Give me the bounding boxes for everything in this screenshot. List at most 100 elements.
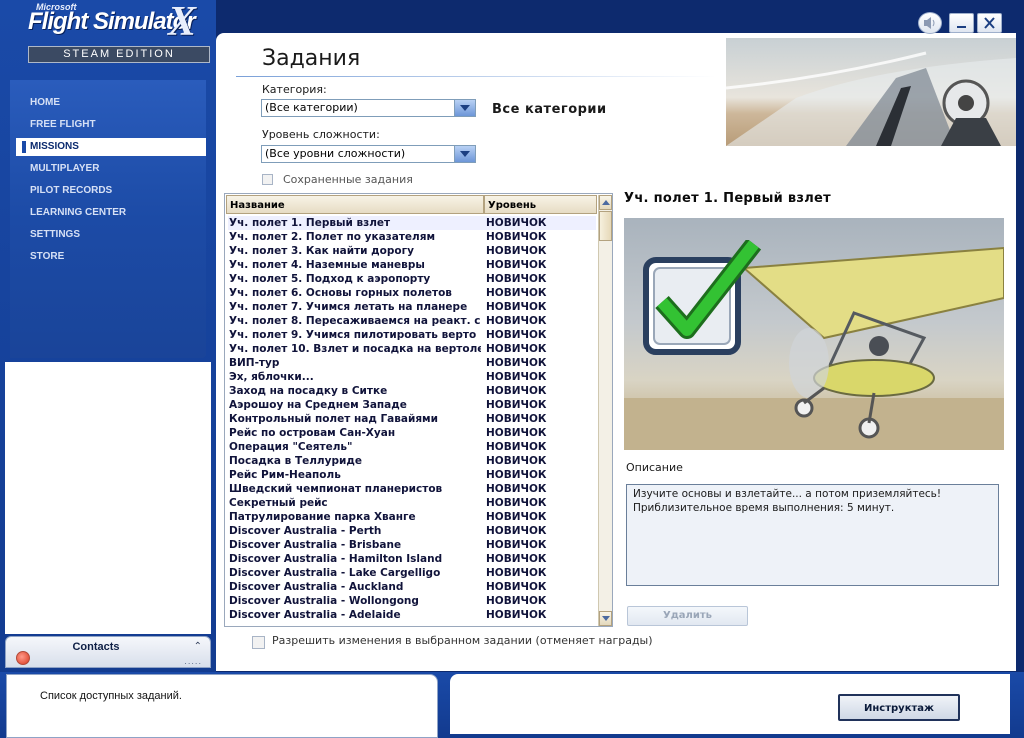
close-icon[interactable] bbox=[977, 13, 1002, 33]
allow-changes-checkbox[interactable] bbox=[252, 636, 265, 649]
chevron-up-icon[interactable]: ⌃ bbox=[194, 641, 202, 652]
page-title: Задания bbox=[262, 46, 361, 71]
contacts-dots: ..... bbox=[184, 657, 202, 666]
table-row[interactable]: Рейс по островам Сан-Хуан НОВИЧОК bbox=[228, 426, 596, 440]
difficulty-value: (Все уровни сложности) bbox=[265, 147, 406, 160]
mission-level-cell: НОВИЧОК bbox=[486, 511, 547, 523]
nav-item-home[interactable]: HOME bbox=[30, 94, 210, 112]
table-row[interactable]: Патрулирование парка Хванге НОВИЧОК bbox=[228, 510, 596, 524]
table-row[interactable]: Discover Australia - Wollongong НОВИЧОК bbox=[228, 594, 596, 608]
table-row[interactable]: Контрольный полет над Гавайями НОВИЧОК bbox=[228, 412, 596, 426]
nav-item-missions[interactable]: MISSIONS bbox=[16, 138, 206, 156]
mission-level-cell: НОВИЧОК bbox=[486, 609, 547, 621]
table-row[interactable]: Аэрошоу на Среднем Западе НОВИЧОК bbox=[228, 398, 596, 412]
mission-level-cell: НОВИЧОК bbox=[486, 301, 547, 313]
delete-button[interactable]: Удалить bbox=[627, 606, 748, 626]
mission-level-cell: НОВИЧОК bbox=[486, 483, 547, 495]
mission-level-cell: НОВИЧОК bbox=[486, 413, 547, 425]
mission-level-cell: НОВИЧОК bbox=[486, 231, 547, 243]
contacts-title: Contacts bbox=[72, 641, 120, 653]
mission-level-cell: НОВИЧОК bbox=[486, 539, 547, 551]
table-row[interactable]: Посадка в Теллуриде НОВИЧОК bbox=[228, 454, 596, 468]
mission-name-cell: Рейс Рим-Неаполь bbox=[229, 469, 341, 481]
mission-name-cell: Посадка в Теллуриде bbox=[229, 455, 362, 467]
table-row[interactable]: ВИП-тур НОВИЧОК bbox=[228, 356, 596, 370]
category-dropdown[interactable]: (Все категории) bbox=[261, 99, 476, 117]
table-row[interactable]: Discover Australia - Perth НОВИЧОК bbox=[228, 524, 596, 538]
table-row[interactable]: Discover Australia - Brisbane НОВИЧОК bbox=[228, 538, 596, 552]
mission-name-cell: Уч. полет 2. Полет по указателям bbox=[229, 231, 436, 243]
header-image bbox=[726, 38, 1016, 146]
mission-image bbox=[624, 218, 1004, 450]
table-row[interactable]: Discover Australia - Adelaide НОВИЧОК bbox=[228, 608, 596, 622]
nav-item-pilot-records[interactable]: PILOT RECORDS bbox=[30, 182, 210, 200]
dropdown-arrow-icon[interactable] bbox=[454, 100, 475, 116]
category-value: (Все категории) bbox=[265, 101, 358, 114]
mission-name-cell: Discover Australia - Wollongong bbox=[229, 595, 419, 607]
checkmark-icon bbox=[642, 238, 762, 355]
table-row[interactable]: Discover Australia - Lake Cargelligo НОВИ… bbox=[228, 566, 596, 580]
mission-level-cell: НОВИЧОК bbox=[486, 525, 547, 537]
table-row[interactable]: Уч. полет 4. Наземные маневры НОВИЧОК bbox=[228, 258, 596, 272]
mission-level-cell: НОВИЧОК bbox=[486, 595, 547, 607]
sound-icon[interactable] bbox=[918, 12, 942, 34]
mission-level-cell: НОВИЧОК bbox=[486, 245, 547, 257]
mission-level-cell: НОВИЧОК bbox=[486, 399, 547, 411]
mission-name-cell: Уч. полет 8. Пересаживаемся на реакт. с bbox=[229, 315, 481, 327]
status-dot-icon bbox=[16, 651, 30, 665]
logo-edition: STEAM EDITION bbox=[28, 46, 210, 63]
table-scrollbar[interactable] bbox=[598, 195, 612, 626]
contacts-panel[interactable]: Contacts ⌃ ..... bbox=[5, 636, 211, 668]
mission-name-cell: Контрольный полет над Гавайями bbox=[229, 413, 439, 425]
table-row[interactable]: Уч. полет 6. Основы горных полетов НОВИЧО… bbox=[228, 286, 596, 300]
table-row[interactable]: Уч. полет 5. Подход к аэропорту НОВИЧОК bbox=[228, 272, 596, 286]
table-row[interactable]: Discover Australia - Auckland НОВИЧОК bbox=[228, 580, 596, 594]
mission-name-cell: Уч. полет 10. Взлет и посадка на вертоле bbox=[229, 343, 481, 355]
mission-level-cell: НОВИЧОК bbox=[486, 371, 547, 383]
left-empty-area bbox=[5, 362, 211, 634]
mission-level-cell: НОВИЧОК bbox=[486, 357, 547, 369]
nav-item-store[interactable]: STORE bbox=[30, 248, 210, 266]
table-row[interactable]: Заход на посадку в Ситке НОВИЧОК bbox=[228, 384, 596, 398]
status-text: Список доступных заданий. bbox=[40, 690, 182, 702]
mission-name-cell: Уч. полет 5. Подход к аэропорту bbox=[229, 273, 431, 285]
table-row[interactable]: Шведский чемпионат планеристов НОВИЧОК bbox=[228, 482, 596, 496]
mission-level-cell: НОВИЧОК bbox=[486, 567, 547, 579]
table-row[interactable]: Discover Australia - Hamilton Island НОВИ… bbox=[228, 552, 596, 566]
table-row[interactable]: Уч. полет 8. Пересаживаемся на реакт. с Н… bbox=[228, 314, 596, 328]
mission-level-cell: НОВИЧОК bbox=[486, 427, 547, 439]
scroll-thumb[interactable] bbox=[599, 211, 612, 241]
minimize-icon[interactable] bbox=[949, 13, 974, 33]
table-row[interactable]: Уч. полет 1. Первый взлет НОВИЧОК bbox=[228, 216, 596, 230]
table-row[interactable]: Уч. полет 10. Взлет и посадка на вертоле… bbox=[228, 342, 596, 356]
table-row[interactable]: Уч. полет 2. Полет по указателям НОВИЧОК bbox=[228, 230, 596, 244]
saved-missions-label: Сохраненные задания bbox=[283, 173, 413, 186]
description-line-2: Приблизительное время выполнения: 5 мину… bbox=[633, 502, 895, 514]
saved-missions-checkbox[interactable] bbox=[262, 174, 273, 185]
column-header-name[interactable]: Название bbox=[226, 195, 484, 214]
description-line-1: Изучите основы и взлетайте... а потом пр… bbox=[633, 488, 942, 500]
mission-level-cell: НОВИЧОК bbox=[486, 343, 547, 355]
table-row[interactable]: Секретный рейс НОВИЧОК bbox=[228, 496, 596, 510]
table-row[interactable]: Эх, яблочки... НОВИЧОК bbox=[228, 370, 596, 384]
table-row[interactable]: Уч. полет 3. Как найти дорогу НОВИЧОК bbox=[228, 244, 596, 258]
description-label: Описание bbox=[626, 461, 683, 474]
nav-item-free-flight[interactable]: FREE FLIGHT bbox=[30, 116, 210, 134]
briefing-button[interactable]: Инструктаж bbox=[838, 694, 960, 721]
column-header-level[interactable]: Уровень bbox=[484, 195, 597, 214]
dropdown-arrow-icon[interactable] bbox=[454, 146, 475, 162]
table-row[interactable]: Уч. полет 7. Учимся летать на планере НОВ… bbox=[228, 300, 596, 314]
scroll-up-icon[interactable] bbox=[599, 195, 612, 210]
nav-item-settings[interactable]: SETTINGS bbox=[30, 226, 210, 244]
title-divider bbox=[236, 76, 716, 77]
table-row[interactable]: Операция "Сеятель" НОВИЧОК bbox=[228, 440, 596, 454]
table-row[interactable]: Рейс Рим-Неаполь НОВИЧОК bbox=[228, 468, 596, 482]
table-row[interactable]: Уч. полет 9. Учимся пилотировать верто НО… bbox=[228, 328, 596, 342]
scroll-down-icon[interactable] bbox=[599, 611, 612, 626]
nav-item-multiplayer[interactable]: MULTIPLAYER bbox=[30, 160, 210, 178]
mission-name-cell: Уч. полет 7. Учимся летать на планере bbox=[229, 301, 468, 313]
mission-level-cell: НОВИЧОК bbox=[486, 469, 547, 481]
difficulty-dropdown[interactable]: (Все уровни сложности) bbox=[261, 145, 476, 163]
category-label: Категория: bbox=[262, 83, 327, 96]
nav-item-learning-center[interactable]: LEARNING CENTER bbox=[30, 204, 210, 222]
